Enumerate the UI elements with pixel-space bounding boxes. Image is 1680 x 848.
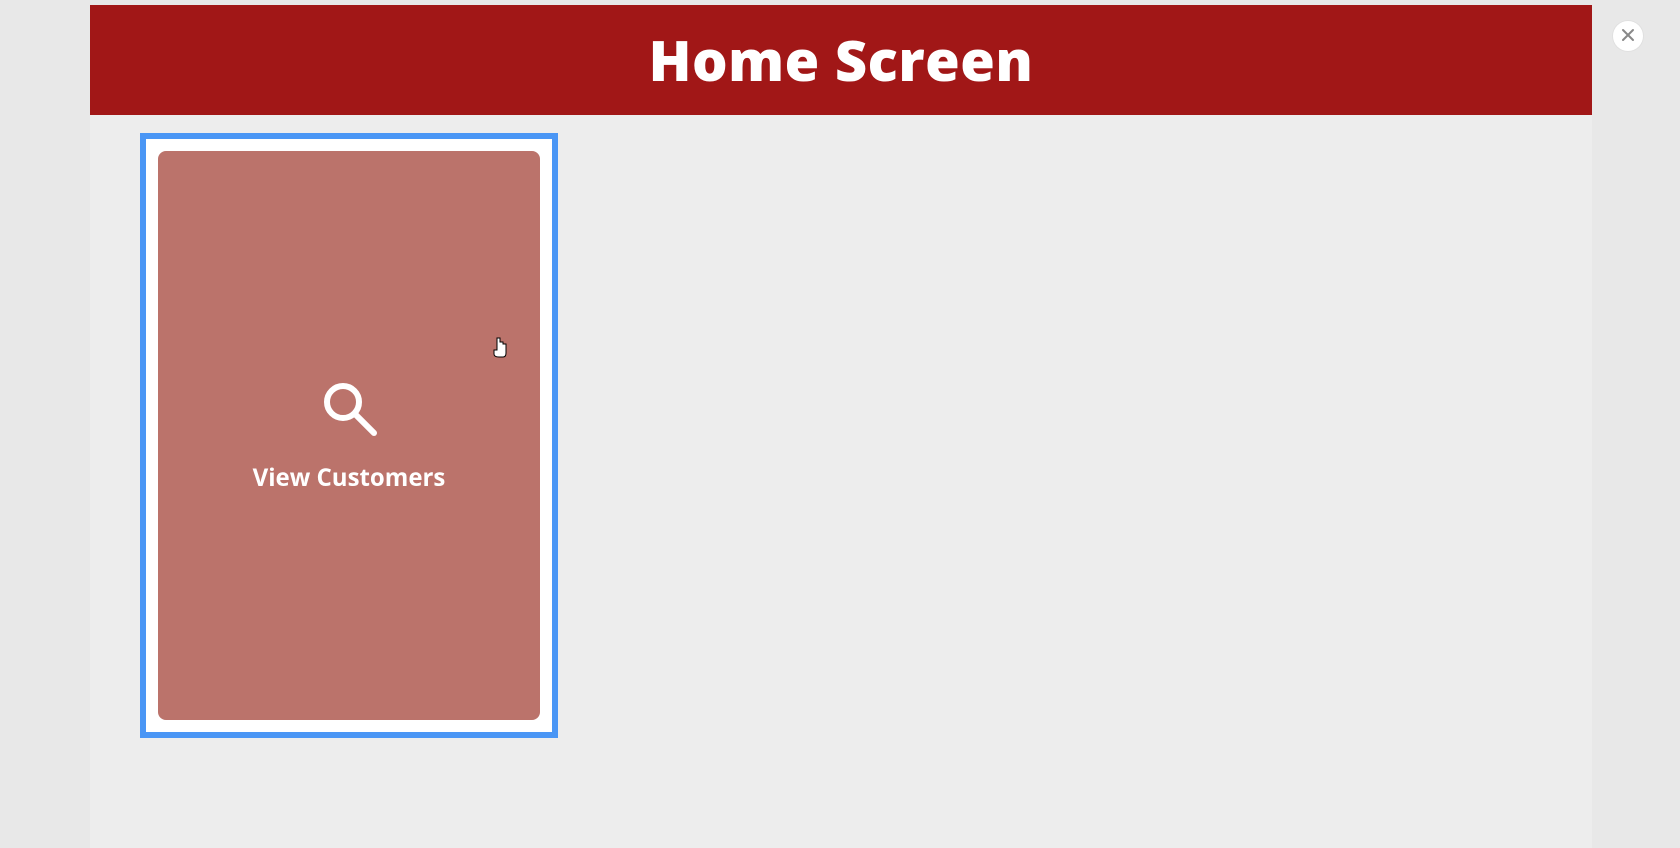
close-button[interactable]	[1613, 21, 1643, 51]
search-icon	[319, 378, 379, 443]
page-header: Home Screen	[90, 5, 1592, 115]
main-panel: Home Screen View Customers	[90, 5, 1592, 848]
card-label: View Customers	[253, 461, 446, 494]
card-inner: View Customers	[158, 151, 540, 720]
content-area: View Customers	[90, 115, 1592, 756]
view-customers-card[interactable]: View Customers	[140, 133, 558, 738]
close-icon	[1621, 25, 1635, 47]
page-title: Home Screen	[649, 22, 1034, 98]
